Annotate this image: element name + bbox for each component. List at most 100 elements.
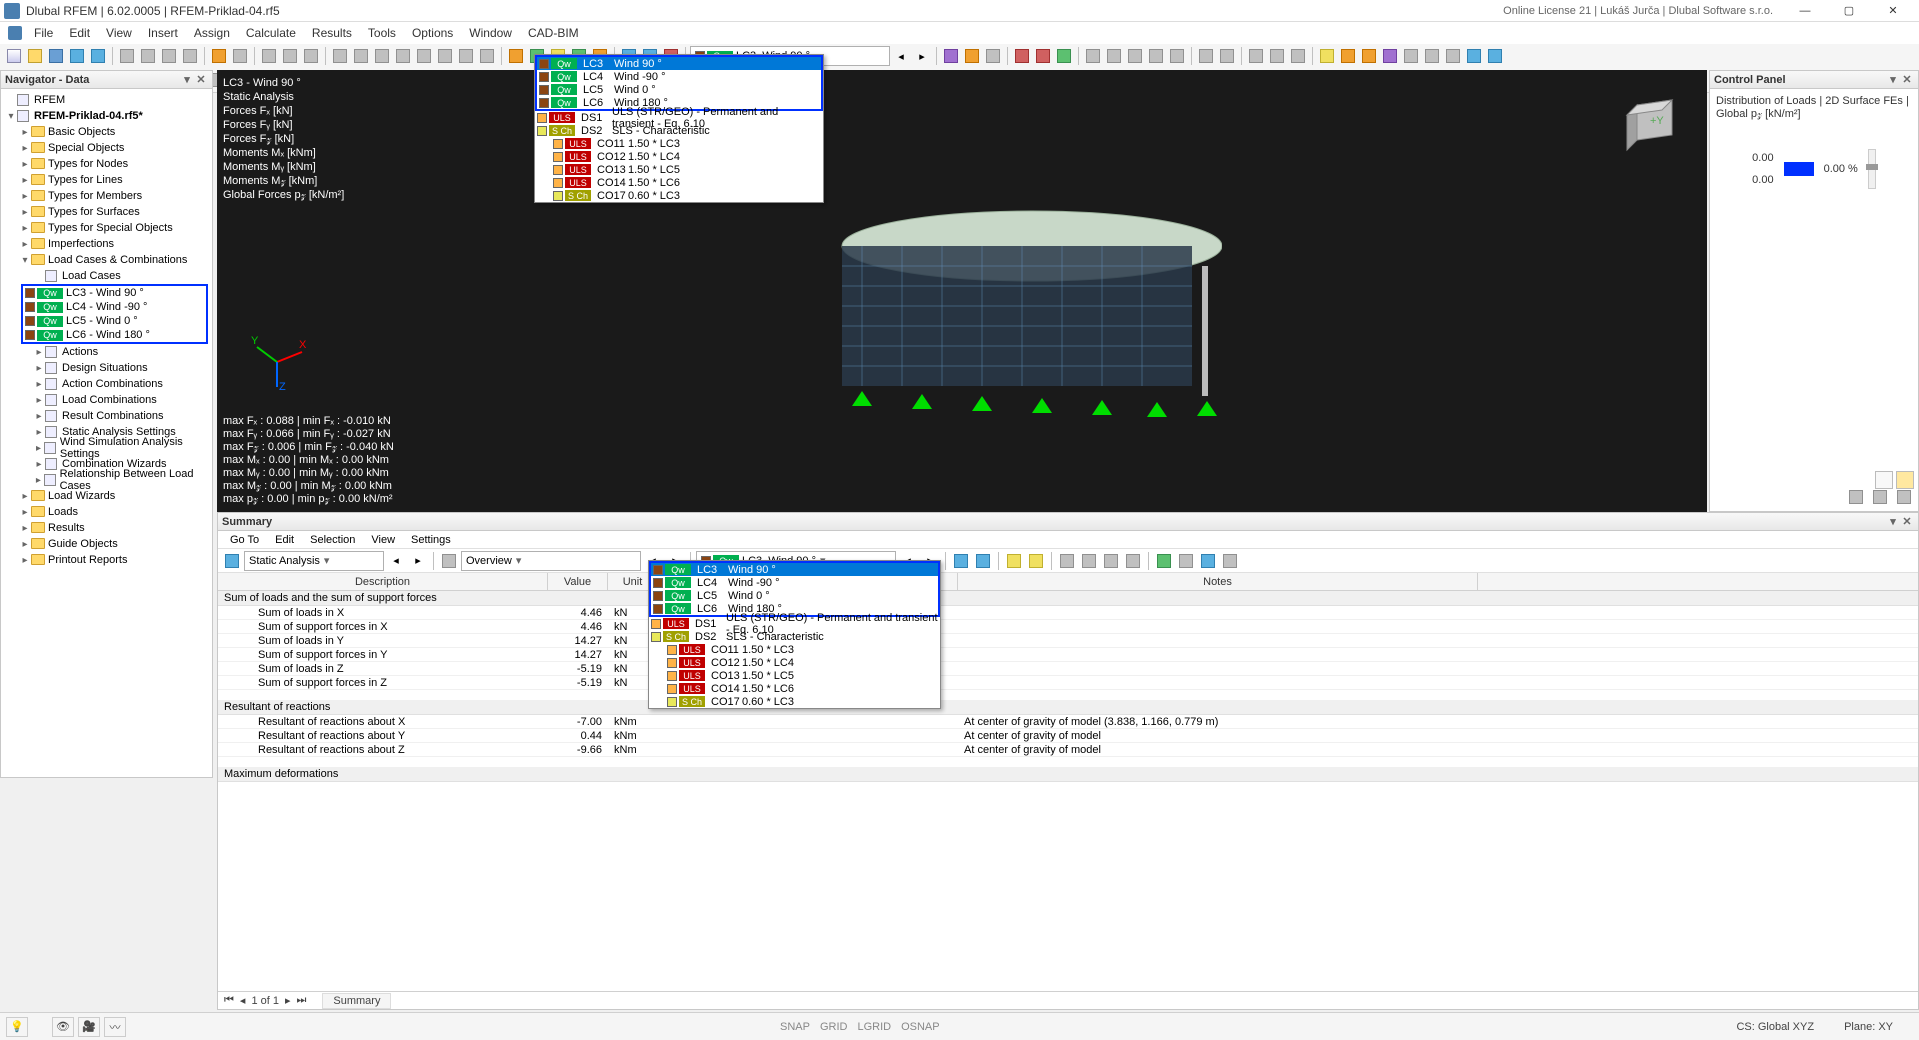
sb-eye-icon[interactable]: 👁 — [52, 1017, 74, 1037]
menu-file[interactable]: File — [26, 24, 61, 42]
tb-d3[interactable] — [1125, 46, 1145, 66]
navigator-tree[interactable]: RFEM▾RFEM-Priklad-04.rf5*▸Basic Objects▸… — [1, 89, 212, 777]
tb-new[interactable] — [4, 46, 24, 66]
dd-item[interactable]: ULSDS1ULS (STR/GEO) - Permanent and tran… — [535, 111, 823, 124]
tb-print[interactable] — [159, 46, 179, 66]
tb-grid[interactable] — [435, 46, 455, 66]
tree-row[interactable]: ▸Result Combinations — [1, 408, 212, 424]
dd-item[interactable]: ULSCO131.50 * LC5 — [535, 163, 823, 176]
menu-tools[interactable]: Tools — [360, 24, 404, 42]
menu-window[interactable]: Window — [461, 24, 520, 42]
sum-tb-j[interactable] — [1176, 551, 1196, 571]
sum-tb-view-icon[interactable] — [439, 551, 459, 571]
tb-g7[interactable] — [1443, 46, 1463, 66]
loadcase-item[interactable]: QwLC3 - Wind 90 ° — [23, 286, 206, 300]
tree-row[interactable]: ▸Types for Members — [1, 188, 212, 204]
dd-item[interactable]: QwLC5Wind 0 ° — [537, 83, 821, 96]
pager-next[interactable]: ▸ — [285, 994, 291, 1007]
menu-cadbim[interactable]: CAD-BIM — [520, 24, 587, 42]
sum-tb-f[interactable] — [1079, 551, 1099, 571]
tb-d2[interactable] — [1104, 46, 1124, 66]
tb-open[interactable] — [25, 46, 45, 66]
tb-iso1[interactable] — [941, 46, 961, 66]
tb-load1[interactable] — [506, 46, 526, 66]
menu-options[interactable]: Options — [404, 24, 461, 42]
summary-grid[interactable]: DescriptionValueUnitNotesSum of loads an… — [218, 573, 1918, 991]
dd-item[interactable]: S ChCO170.60 * LC3 — [649, 695, 940, 708]
dd-item[interactable]: ULSCO111.50 * LC3 — [649, 643, 940, 656]
menu-edit[interactable]: Edit — [61, 24, 98, 42]
tb-g3[interactable] — [1359, 46, 1379, 66]
tb-iso2[interactable] — [962, 46, 982, 66]
panel-close-icon[interactable]: ✕ — [194, 73, 208, 86]
tb-save[interactable] — [46, 46, 66, 66]
sum-menu-goto[interactable]: Go To — [222, 533, 267, 547]
tree-row[interactable]: ▸Load Combinations — [1, 392, 212, 408]
pager-last[interactable]: ⏭ — [297, 994, 307, 1007]
col-header[interactable]: Value — [548, 573, 608, 590]
pager-prev[interactable]: ◂ — [240, 994, 246, 1007]
table-row[interactable]: Sum of loads in Y14.27kN — [218, 634, 1918, 648]
tree-row[interactable]: ▸Types for Special Objects — [1, 220, 212, 236]
cp-bottom-2[interactable] — [1870, 487, 1890, 507]
tb-iso3[interactable] — [983, 46, 1003, 66]
col-header[interactable]: Description — [218, 573, 548, 590]
panel-pin-icon[interactable]: ▾ — [180, 73, 194, 86]
tb-win5[interactable] — [414, 46, 434, 66]
sum-tb-i[interactable] — [1154, 551, 1174, 571]
dd-item[interactable]: S ChDS2SLS - Characteristic — [649, 630, 940, 643]
table-row[interactable]: Sum of support forces in Y14.27kN — [218, 648, 1918, 662]
loadcase-item[interactable]: QwLC5 - Wind 0 ° — [23, 314, 206, 328]
tb-d1[interactable] — [1083, 46, 1103, 66]
table-row[interactable]: Sum of loads in X4.46kN — [218, 606, 1918, 620]
tb-next[interactable]: ▸ — [912, 46, 932, 66]
sum-mode-combo[interactable]: Static Analysis▾ — [244, 551, 384, 571]
tb-g6[interactable] — [1422, 46, 1442, 66]
sum-tb-e[interactable] — [1057, 551, 1077, 571]
tb-g2[interactable] — [1338, 46, 1358, 66]
dd-item[interactable]: ULSCO111.50 * LC3 — [535, 137, 823, 150]
tb-redo[interactable] — [138, 46, 158, 66]
dd-item[interactable]: ULSCO121.50 * LC4 — [535, 150, 823, 163]
tb-d5[interactable] — [1167, 46, 1187, 66]
sum-tb-k[interactable] — [1198, 551, 1218, 571]
tb-f1[interactable] — [1246, 46, 1266, 66]
tb-grid3[interactable] — [477, 46, 497, 66]
tree-row[interactable]: ▸Types for Lines — [1, 172, 212, 188]
dd-item[interactable]: ULSCO121.50 * LC4 — [649, 656, 940, 669]
tb-e1[interactable] — [1196, 46, 1216, 66]
snap-toggle[interactable]: SNAP — [780, 1021, 810, 1033]
tb-undo[interactable] — [117, 46, 137, 66]
sum-next1[interactable]: ▸ — [408, 551, 428, 571]
minimize-button[interactable]: — — [1783, 0, 1827, 22]
tb-g9[interactable] — [1485, 46, 1505, 66]
sum-tb-h[interactable] — [1123, 551, 1143, 571]
cp-bottom-3[interactable] — [1894, 487, 1914, 507]
summary-close-icon[interactable]: ✕ — [1900, 515, 1914, 528]
menu-calculate[interactable]: Calculate — [238, 24, 304, 42]
tree-row[interactable]: ▸Guide Objects — [1, 536, 212, 552]
sum-tb-b[interactable] — [973, 551, 993, 571]
tb-win1[interactable] — [330, 46, 350, 66]
table-row[interactable]: Sum of support forces in X4.46kN — [218, 620, 1918, 634]
table-row[interactable]: Resultant of reactions about Z-9.66kNmAt… — [218, 743, 1918, 757]
loadcase-item[interactable]: QwLC6 - Wind 180 ° — [23, 328, 206, 342]
tree-row[interactable]: ▸Loads — [1, 504, 212, 520]
sum-menu-settings[interactable]: Settings — [403, 533, 459, 547]
menu-insert[interactable]: Insert — [140, 24, 186, 42]
viewcube[interactable]: +Y — [1617, 90, 1687, 160]
pager-first[interactable]: ⏮ — [224, 994, 234, 1007]
dd-item[interactable]: S ChCO170.60 * LC3 — [535, 189, 823, 202]
tb-sync[interactable] — [88, 46, 108, 66]
loadcase-dropdown[interactable]: QwLC3Wind 90 °QwLC4Wind -90 °QwLC5Wind 0… — [534, 54, 824, 203]
tree-row[interactable]: ▸Design Situations — [1, 360, 212, 376]
dd-item[interactable]: ULSCO141.50 * LC6 — [535, 176, 823, 189]
dd-item[interactable]: QwLC3Wind 90 ° — [651, 563, 938, 576]
tree-row[interactable]: ▸Results — [1, 520, 212, 536]
tb-ax1[interactable] — [1012, 46, 1032, 66]
tree-row[interactable]: ▸Printout Reports — [1, 552, 212, 568]
grid-toggle[interactable]: GRID — [820, 1021, 848, 1033]
tb-views3[interactable] — [301, 46, 321, 66]
tb-win4[interactable] — [393, 46, 413, 66]
dd-item[interactable]: QwLC3Wind 90 ° — [537, 57, 821, 70]
